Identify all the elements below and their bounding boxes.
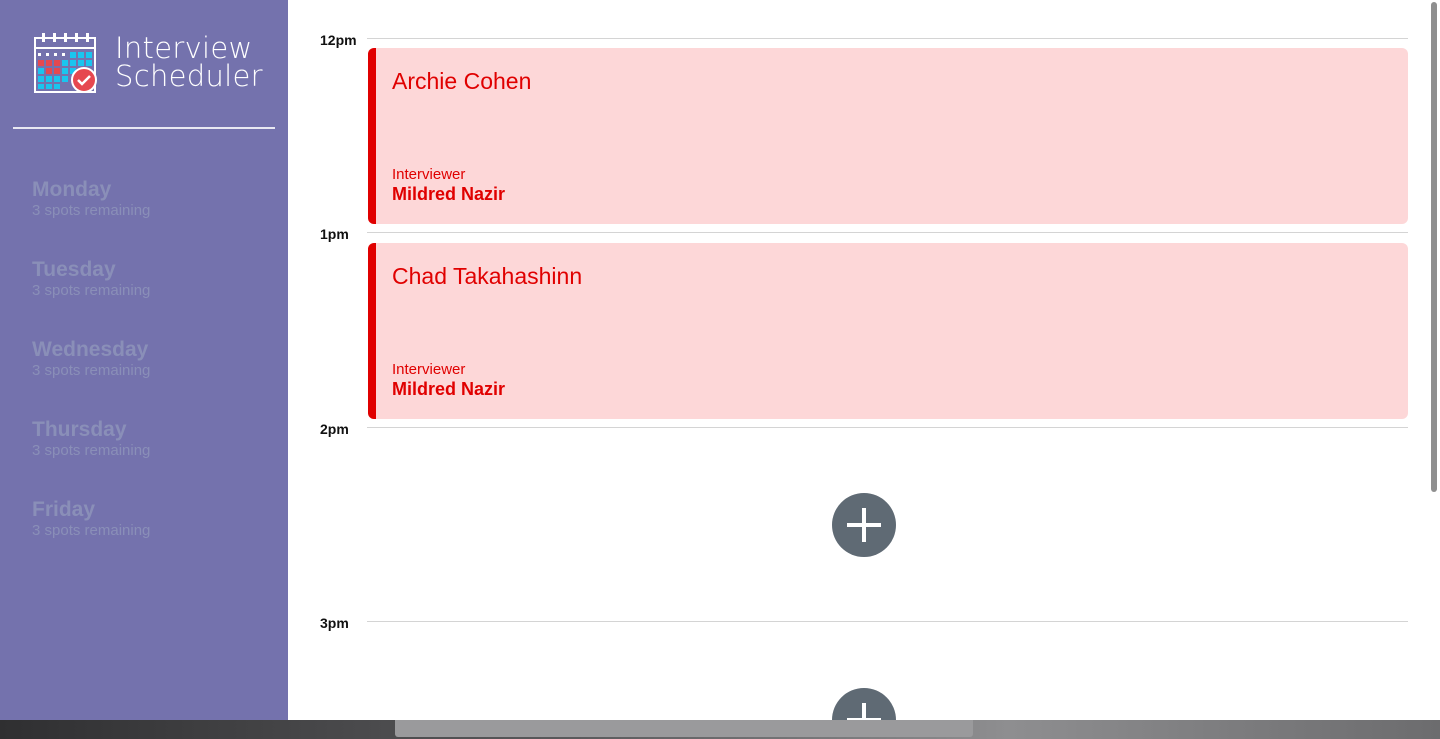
desktop-backdrop: [0, 720, 1440, 739]
time-divider: [367, 621, 1408, 622]
student-name: Chad Takahashinn: [392, 263, 583, 289]
time-divider: [367, 427, 1408, 428]
app-window: Interview Scheduler Monday 3 spots remai…: [0, 0, 1440, 720]
day-list: Monday 3 spots remaining Tuesday 3 spots…: [32, 176, 272, 576]
interviewer-name: Mildred Nazir: [392, 184, 506, 204]
interviewer-name: Mildred Nazir: [392, 379, 506, 399]
interviewer-label: Interviewer: [392, 361, 466, 378]
time-label-12pm: 12pm: [320, 32, 357, 48]
day-name: Tuesday: [32, 258, 116, 281]
appointment-card[interactable]: Archie Cohen Interviewer Mildred Nazir: [368, 48, 1408, 224]
appointment-accent: [368, 48, 376, 224]
day-name: Wednesday: [32, 338, 149, 361]
calendar-check-icon: [34, 33, 97, 93]
scrollbar-thumb[interactable]: [1431, 2, 1437, 492]
day-item-tuesday[interactable]: Tuesday 3 spots remaining: [32, 256, 272, 336]
day-name: Friday: [32, 498, 96, 521]
time-divider: [367, 38, 1408, 39]
day-name: Thursday: [32, 418, 127, 441]
day-item-wednesday[interactable]: Wednesday 3 spots remaining: [32, 336, 272, 416]
day-spots: 3 spots remaining: [32, 282, 151, 299]
add-appointment-button[interactable]: [832, 493, 896, 557]
day-spots: 3 spots remaining: [32, 202, 151, 219]
time-label-2pm: 2pm: [320, 421, 349, 437]
day-item-thursday[interactable]: Thursday 3 spots remaining: [32, 416, 272, 496]
time-divider: [367, 232, 1408, 233]
interviewer-label: Interviewer: [392, 166, 466, 183]
add-appointment-button[interactable]: [832, 688, 896, 720]
window-edge: [395, 720, 973, 737]
sidebar-divider: [13, 127, 275, 129]
day-item-friday[interactable]: Friday 3 spots remaining: [32, 496, 272, 576]
appointment-accent: [368, 243, 376, 419]
day-spots: 3 spots remaining: [32, 362, 151, 379]
time-label-3pm: 3pm: [320, 615, 349, 631]
student-name: Archie Cohen: [392, 68, 532, 94]
appointment-card[interactable]: Chad Takahashinn Interviewer Mildred Naz…: [368, 243, 1408, 419]
day-item-monday[interactable]: Monday 3 spots remaining: [32, 176, 272, 256]
day-spots: 3 spots remaining: [32, 442, 151, 459]
day-name: Monday: [32, 178, 112, 201]
schedule: 12pm Archie Cohen Interviewer Mildred Na…: [288, 0, 1440, 720]
time-label-1pm: 1pm: [320, 226, 349, 242]
app-title: Interview Scheduler: [115, 34, 263, 93]
day-spots: 3 spots remaining: [32, 522, 151, 539]
app-title-line2: Scheduler: [115, 59, 263, 93]
app-logo: Interview Scheduler: [32, 32, 272, 98]
sidebar: Interview Scheduler Monday 3 spots remai…: [0, 0, 288, 720]
